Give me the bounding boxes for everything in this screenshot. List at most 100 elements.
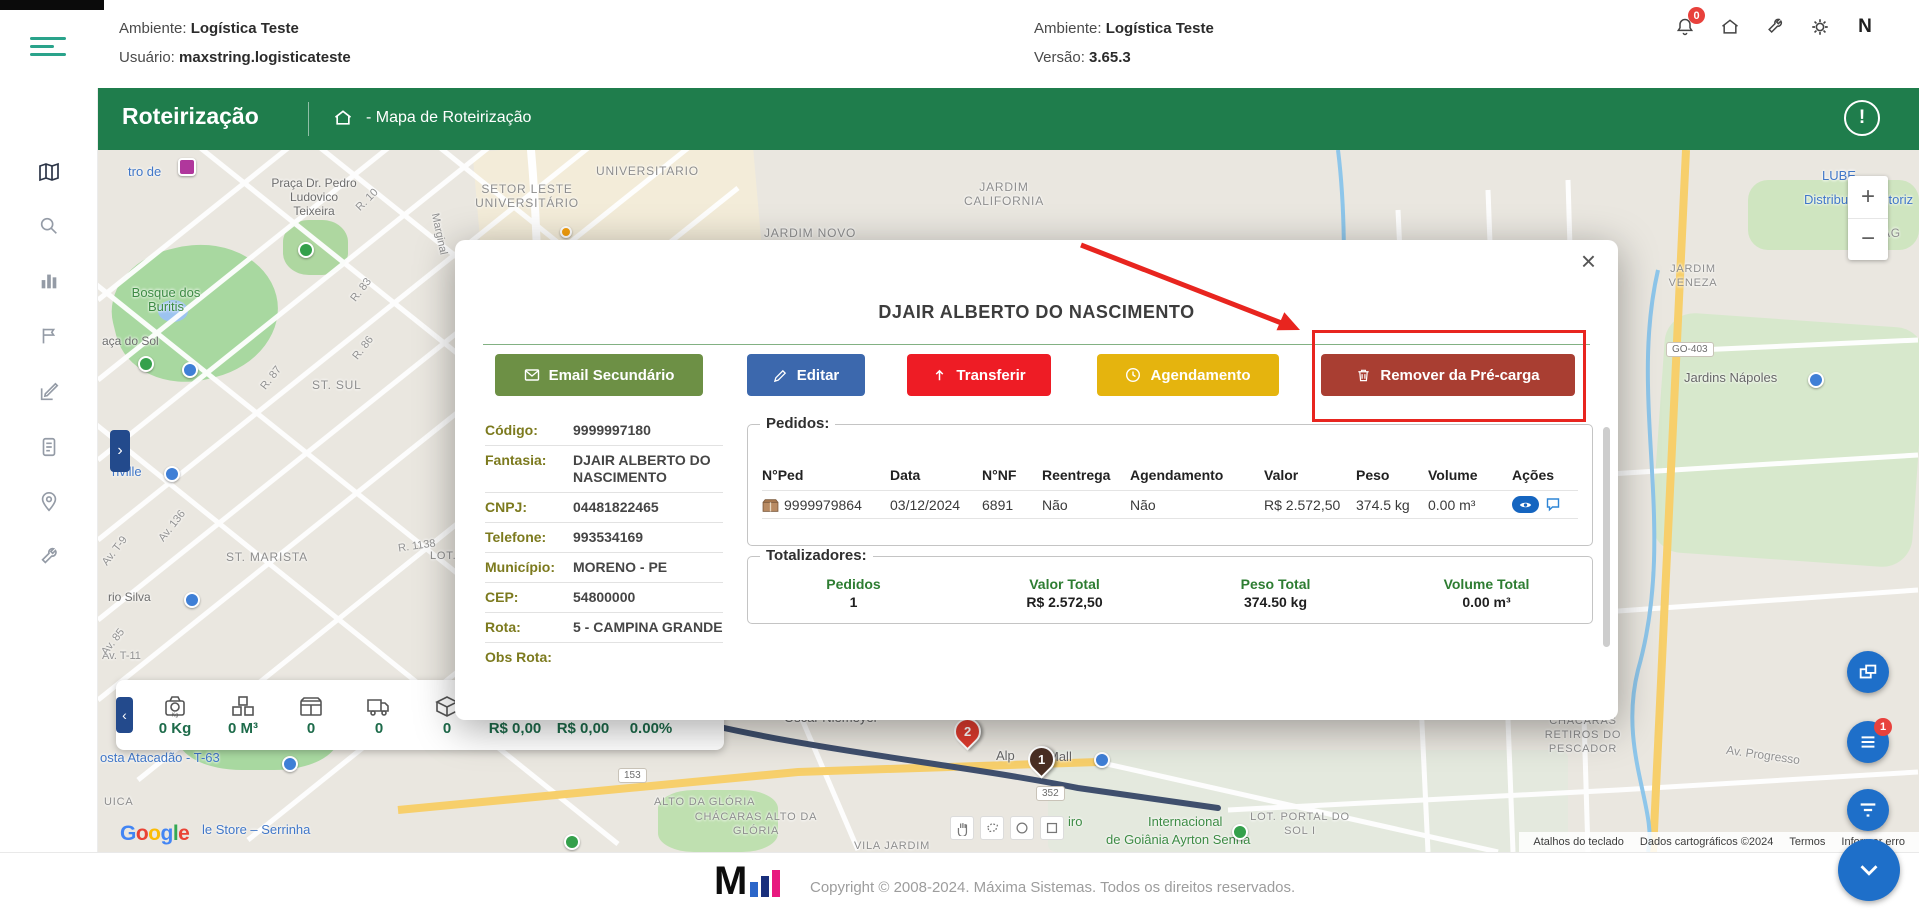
email-secundario-button[interactable]: Email Secundário [495,354,703,396]
map-label: ST. SUL [312,378,362,392]
table-header-row: N°Ped Data N°NF Reentrega Agendamento Va… [762,467,1578,490]
poi-marker-icon[interactable] [1808,372,1824,388]
keyboard-shortcuts-link[interactable]: Atalhos do teclado [1525,836,1632,848]
sidebar-item-report-icon[interactable] [0,427,97,467]
shopping-marker-icon[interactable] [178,158,196,176]
google-logo[interactable]: Google [120,822,189,846]
terms-link[interactable]: Termos [1781,836,1833,848]
lodging-marker-icon[interactable] [1094,752,1110,768]
modal-title: DJAIR ALBERTO DO NASCIMENTO [455,302,1618,323]
map-label: Jardins Nápoles [1684,370,1777,385]
road-badge: GO-403 [1666,342,1714,357]
view-order-eye-icon[interactable] [1512,496,1539,513]
map-label: ALTO DA GLÓRIA [654,796,755,808]
total-peso: Peso Total 374.50 kg [1170,575,1381,611]
filter-fab-icon[interactable] [1847,789,1889,831]
zoom-out-button[interactable]: − [1848,219,1888,261]
footer: M Copyright © 2008-2024. Máxima Sistemas… [0,852,1919,917]
pedidos-table: N°Ped Data N°NF Reentrega Agendamento Va… [762,467,1578,519]
notifications-bell-icon[interactable]: 0 [1674,16,1696,38]
zoom-in-button[interactable]: + [1848,176,1888,219]
notification-badge: 0 [1688,7,1705,24]
park-marker-icon[interactable] [138,356,154,372]
ambiente-label: Ambiente: [119,20,187,37]
map-layers-fab-icon[interactable] [1847,651,1889,693]
page-title: Roteirização [122,103,259,130]
road-badge: 153 [618,768,647,783]
detail-row: Telefone:993534169 [485,523,723,553]
close-icon[interactable]: × [1581,248,1596,274]
divider [308,102,309,136]
app-screen: Ambiente: Logística Teste Usuário: maxst… [0,0,1919,917]
park-marker-icon[interactable] [298,242,314,258]
detail-row: CEP:54800000 [485,583,723,613]
poi-marker-icon[interactable] [560,226,572,238]
panel-expander-button[interactable]: › [110,430,130,472]
route-list-fab-icon[interactable]: 1 [1847,721,1889,763]
sidebar-item-search-icon[interactable] [0,206,97,246]
breadcrumb-home-icon[interactable] [332,108,354,130]
park-marker-icon[interactable] [564,834,580,850]
zoom-control: + − [1848,176,1888,260]
title-bar: Roteirização - Mapa de Roteirização ! [98,88,1919,150]
copyright-text: Copyright © 2008-2024. Máxima Sistemas. … [810,879,1295,896]
lasso-select-icon[interactable] [980,816,1004,840]
circle-select-icon[interactable] [1010,816,1034,840]
order-box-icon [762,498,779,512]
remover-pre-carga-button[interactable]: Remover da Pré-carga [1321,354,1575,396]
sidebar [0,88,98,852]
arrow-up-icon [932,368,947,383]
pedidos-section: Pedidos: N°Ped Data N°NF Reentrega Agend… [747,424,1593,546]
hamburger-menu-icon[interactable] [30,36,70,62]
alert-button[interactable]: ! [1844,100,1880,136]
totals-grid: Pedidos 1 Valor Total R$ 2.572,50 Peso T… [748,575,1592,611]
sidebar-item-edit-icon[interactable] [0,372,97,412]
detail-row: Fantasia:DJAIR ALBERTO DO NASCIMENTO [485,446,723,493]
map-label: ST. MARISTA [226,550,308,564]
usuario-value: maxstring.logisticateste [179,49,351,66]
road-badge: 352 [1036,786,1065,801]
sidebar-item-chart-icon[interactable] [0,261,97,301]
maxima-logo: M [714,865,780,897]
sidebar-item-map-icon[interactable] [0,152,97,192]
transit-marker-icon[interactable] [164,466,180,482]
sidebar-item-marker-icon[interactable] [0,482,97,522]
transit-marker-icon[interactable] [184,592,200,608]
detail-row: Obs Rota: [485,643,723,672]
modal-scrollbar[interactable] [1603,427,1610,647]
map-label: Bosque dos Buritis [122,286,210,314]
gear-icon[interactable] [1809,16,1831,38]
map-label: le Store – Serrinha [202,822,310,837]
stat-cargas: 0 [352,693,406,737]
sidebar-item-routes-icon[interactable] [0,316,97,356]
scale-icon: Kg [162,693,188,719]
wrench-icon[interactable] [1764,16,1786,38]
pan-hand-icon[interactable] [950,816,974,840]
map-data-credit: Dados cartográficos ©2024 [1632,836,1781,848]
transit-marker-icon[interactable] [182,362,198,378]
brand-n-icon[interactable]: N [1854,16,1876,38]
map-label: VILA JARDIM [854,840,930,852]
store-marker-icon[interactable] [282,756,298,772]
transferir-button[interactable]: Transferir [907,354,1051,396]
totalizadores-section: Totalizadores: Pedidos 1 Valor Total R$ … [747,556,1593,624]
collapse-stats-button[interactable]: ‹ [116,697,133,733]
sidebar-item-tools-icon[interactable] [0,537,97,577]
editar-button[interactable]: Editar [747,354,865,396]
rectangle-select-icon[interactable] [1040,816,1064,840]
cubes-icon [230,693,256,719]
window-edge [0,0,104,10]
agendamento-button[interactable]: Agendamento [1097,354,1279,396]
table-row: 9999979864 03/12/2024 6891 Não Não R$ 2.… [762,490,1578,519]
scroll-down-fab-icon[interactable] [1838,839,1900,901]
environment-info: Ambiente: Logística Teste Usuário: maxst… [119,14,351,72]
airport-marker-icon[interactable] [1232,824,1248,840]
home-icon[interactable] [1719,16,1741,38]
order-comment-icon[interactable] [1545,497,1561,512]
map-label: Praça Dr. Pedro Ludovico Teixeira [268,176,360,218]
map-label: CHÁCARAS ALTO DA GLÓRIA [694,810,818,838]
map-label: aça do Sol [102,334,159,348]
ambiente2-label: Ambiente: [1034,20,1102,37]
trash-icon [1356,367,1371,383]
header-icons: 0 N [1674,16,1876,38]
